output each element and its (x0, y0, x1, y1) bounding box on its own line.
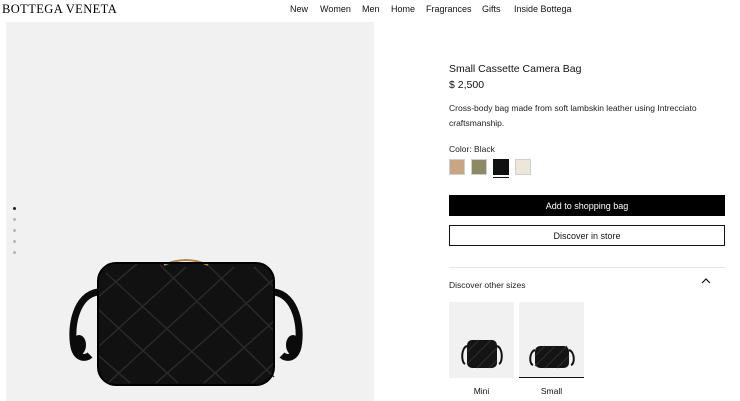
color-swatches (449, 159, 531, 178)
product-price: $ 2,500 (449, 79, 485, 91)
gallery-dot-1[interactable] (13, 207, 16, 210)
size-label-mini: Mini (473, 386, 490, 396)
gallery-dot-3[interactable] (13, 229, 16, 232)
nav-item-men[interactable]: Men (362, 4, 391, 14)
product-image-bag (69, 259, 303, 386)
size-thumbnail-small (519, 302, 584, 378)
gallery-pagination (13, 207, 16, 254)
nav-item-inside-bottega[interactable]: Inside Bottega (514, 4, 572, 14)
discover-in-store-button[interactable]: Discover in store (449, 225, 725, 246)
nav-item-home[interactable]: Home (391, 4, 426, 14)
gallery-dot-4[interactable] (13, 240, 16, 243)
size-thumbnail-mini (449, 302, 514, 378)
nav-item-women[interactable]: Women (320, 4, 362, 14)
bag-thumbnail-mini (461, 339, 503, 369)
gallery-dot-5[interactable] (13, 251, 16, 254)
top-nav-bar: BOTTEGA VENETA New Women Men Home Fragra… (0, 0, 740, 20)
other-sizes-label: Discover other sizes (449, 280, 526, 290)
product-title: Small Cassette Camera Bag (449, 63, 582, 75)
add-to-bag-button[interactable]: Add to shopping bag (449, 195, 725, 216)
main-nav: New Women Men Home Fragrances Gifts Insi… (290, 4, 572, 14)
size-option-small[interactable]: Small (519, 302, 584, 396)
color-swatch-cream[interactable] (515, 159, 531, 175)
nav-item-fragrances[interactable]: Fragrances (426, 4, 482, 14)
size-label-small: Small (540, 386, 563, 396)
gallery-dot-2[interactable] (13, 218, 16, 221)
color-swatch-olive[interactable] (471, 159, 487, 175)
color-swatch-tan[interactable] (449, 159, 465, 175)
section-divider (449, 267, 725, 268)
other-sizes-accordion-toggle[interactable]: Discover other sizes (449, 275, 725, 290)
nav-item-gifts[interactable]: Gifts (482, 4, 514, 14)
color-label: Color: Black (449, 144, 495, 154)
product-image-gallery[interactable] (6, 22, 374, 401)
bag-thumbnail-small (529, 345, 575, 369)
size-option-mini[interactable]: Mini (449, 302, 514, 396)
color-swatch-black[interactable] (493, 159, 509, 178)
brand-logo[interactable]: BOTTEGA VENETA (2, 2, 117, 17)
product-description: Cross-body bag made from soft lambskin l… (449, 103, 697, 128)
nav-item-new[interactable]: New (290, 4, 320, 14)
chevron-up-icon (701, 278, 711, 284)
